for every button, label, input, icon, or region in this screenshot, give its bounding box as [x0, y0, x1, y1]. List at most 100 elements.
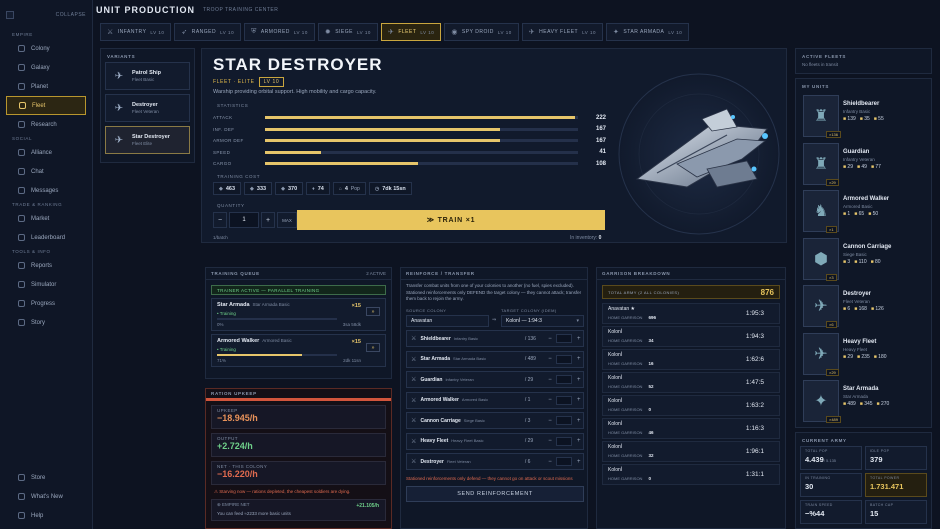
- resource-icon: ♦: [312, 185, 315, 192]
- home-garrison-count: 32: [648, 453, 654, 458]
- my-unit-card[interactable]: ✈ ×29 Heavy Fleet Heavy Fleet ■ 29 ■ 235 ■ 180: [801, 332, 928, 376]
- train-button[interactable]: ≫ TRAIN ×1: [297, 210, 605, 230]
- sidebar-item-progress[interactable]: Progress: [6, 294, 86, 313]
- reinforce-decrease-button[interactable]: −: [546, 396, 555, 405]
- reinforce-decrease-button[interactable]: −: [546, 334, 555, 343]
- collapse-button[interactable]: COLLAPSE: [56, 12, 86, 18]
- variant-destroyer[interactable]: ✈ Destroyer Fleet Veteran: [105, 94, 190, 122]
- home-garrison-label: HOME GARRISON: [608, 361, 643, 366]
- unit-icon: ⚔: [411, 377, 417, 383]
- sidebar-item-chat[interactable]: Chat: [6, 162, 86, 181]
- reinforce-row: ⚔ Cannon Carriage Siege Basic/ 3− +: [406, 412, 584, 429]
- tab-spy-droid[interactable]: ◉ SPY DROID LV 10: [444, 23, 519, 41]
- unit-stat-value: 50: [872, 211, 879, 217]
- reinforce-increase-button[interactable]: +: [574, 334, 583, 343]
- unit-portrait: ✈ ×29: [803, 332, 839, 376]
- reinforce-increase-button[interactable]: +: [574, 437, 583, 446]
- army-stat-label: TOTAL POWER: [870, 476, 900, 480]
- reinforce-decrease-button[interactable]: −: [546, 457, 555, 466]
- sidebar-item-store[interactable]: Store: [6, 468, 87, 487]
- reinforce-decrease-button[interactable]: −: [546, 437, 555, 446]
- tab-armored[interactable]: ⛨ ARMORED LV 10: [244, 23, 315, 41]
- current-army-panel: CURRENT ARMY TOTAL POP 4.439/ 5.135 IDLE P…: [795, 432, 932, 529]
- garrison-row: Kolonİ HOME GARRISON 0 1:31:1: [602, 464, 780, 485]
- reinforce-amount-input[interactable]: [556, 457, 573, 466]
- sidebar-item-market[interactable]: Market: [6, 209, 86, 228]
- variant-star-destroyer[interactable]: ✈ Star Destroyer Fleet Elite: [105, 126, 190, 154]
- send-reinforcement-button[interactable]: SEND REINFORCEMENT: [406, 486, 584, 502]
- my-unit-card[interactable]: ♞ ×1 Armored Walker Armored Basic ■ 1 ■ 65 ■ 5…: [801, 190, 928, 233]
- colony-coords: 1:16:3: [745, 425, 764, 432]
- sidebar-item-research[interactable]: Research: [6, 115, 86, 134]
- skip-button[interactable]: »: [366, 343, 380, 352]
- tab-star-armada[interactable]: ✦ STAR ARMADA LV 10: [606, 23, 690, 41]
- logo-icon: [6, 11, 14, 19]
- my-unit-card[interactable]: ✦ ×489 Star Armada Star Armada ■ 489 ■ 345 ■ 2…: [801, 380, 928, 423]
- my-units-title: MY UNITS: [802, 84, 830, 89]
- my-unit-card[interactable]: ♜ ×136 Shieldbearer Infantry Basic ■ 139 ■ 35…: [801, 95, 928, 138]
- unit-stat-value: 55: [878, 116, 884, 122]
- reinforce-increase-button[interactable]: +: [574, 375, 583, 384]
- sidebar-item-label: Colony: [31, 45, 50, 52]
- tab-infantry[interactable]: ⚔ INFANTRY LV 10: [100, 23, 172, 41]
- reinforce-amount-input[interactable]: [556, 375, 573, 384]
- sidebar-item-messages[interactable]: Messages: [6, 181, 86, 200]
- quantity-input[interactable]: 1: [229, 212, 259, 228]
- stat-bar: [265, 116, 578, 119]
- reinforce-amount-input[interactable]: [556, 354, 573, 364]
- sidebar-item-simulator[interactable]: Simulator: [6, 275, 86, 294]
- quantity-max-button[interactable]: MAX: [277, 212, 297, 228]
- tab-siege[interactable]: ✹ SIEGE LV 10: [317, 23, 378, 41]
- my-unit-card[interactable]: ♜ ×29 Guardian Infantry Veteran ■ 29 ■ 49 ■ 77: [801, 142, 928, 186]
- unit-stat: ■ 49: [857, 164, 867, 170]
- unit-stats: ■ 489 ■ 345 ■ 270: [843, 401, 889, 407]
- news-icon: [18, 493, 25, 500]
- tab-fleet[interactable]: ✈ FLEET LV 10: [380, 23, 442, 41]
- reinforce-increase-button[interactable]: +: [574, 416, 583, 425]
- reinforce-increase-button[interactable]: +: [574, 396, 583, 405]
- sidebar-item-story[interactable]: Story: [6, 313, 86, 332]
- unit-stat-value: 345: [864, 401, 873, 407]
- quantity-stepper: − 1 + MAX: [213, 212, 297, 228]
- sidebar-item-reports[interactable]: Reports: [6, 256, 86, 275]
- reinforce-decrease-button[interactable]: −: [546, 375, 555, 384]
- store-icon: [18, 474, 25, 481]
- target-colony-select[interactable]: Kolonİ — 1:94:3 ▾: [501, 315, 584, 327]
- resource-icon: ◷: [374, 185, 380, 192]
- source-colony-select[interactable]: Anavatan: [406, 315, 489, 327]
- sidebar-item-galaxy[interactable]: Galaxy: [6, 58, 86, 77]
- reinforce-increase-button[interactable]: +: [574, 457, 583, 466]
- my-unit-card[interactable]: ⬢ ×3 Cannon Carriage Siege Basic ■ 3 ■ 110 ■ 8…: [801, 237, 928, 281]
- reinforce-amount-input[interactable]: [556, 395, 573, 405]
- tab-ranged[interactable]: ➶ RANGED LV 10: [174, 23, 242, 41]
- reinforce-amount-input[interactable]: [556, 334, 573, 343]
- unit-class-icon: ◉: [451, 29, 458, 36]
- unit-stat-value: 180: [878, 353, 887, 360]
- reinforce-amount-input[interactable]: [556, 436, 573, 446]
- sidebar-item-planet[interactable]: Planet: [6, 77, 86, 96]
- unit-stats: ■ 6 ■ 168 ■ 126: [843, 306, 884, 312]
- variant-patrol-ship[interactable]: ✈ Patrol Ship Fleet Basic: [105, 62, 190, 90]
- sidebar-item-colony[interactable]: Colony: [6, 39, 86, 58]
- home-garrison-label: HOME GARRISON: [608, 453, 643, 458]
- reinforce-row: ⚔ Star Armada Star Armada Basic/ 489− +: [406, 350, 584, 368]
- reinforce-increase-button[interactable]: +: [574, 355, 583, 364]
- sidebar-item-what-s-new[interactable]: What's New: [6, 487, 87, 506]
- unit-stat-value: 65: [858, 211, 865, 217]
- cost-item: ⌂ 4 Pop: [332, 182, 366, 195]
- tab-heavy-fleet[interactable]: ✈ HEAVY FLEET LV 10: [521, 23, 604, 41]
- sidebar-item-alliance[interactable]: Alliance: [6, 143, 86, 162]
- skip-button[interactable]: »: [366, 307, 380, 316]
- mail-icon: [18, 187, 25, 194]
- unit-stat: ■ 65: [854, 211, 864, 217]
- sidebar-item-fleet[interactable]: Fleet: [6, 96, 86, 115]
- reinforce-amount-input[interactable]: [556, 416, 573, 425]
- sidebar-item-label: Reports: [31, 262, 53, 269]
- quantity-decrease-button[interactable]: −: [213, 212, 227, 228]
- my-unit-card[interactable]: ✈ ×6 Destroyer Fleet Veteran ■ 6 ■ 168 ■ 126: [801, 285, 928, 328]
- quantity-increase-button[interactable]: +: [261, 212, 275, 228]
- sidebar-item-help[interactable]: Help: [6, 506, 87, 525]
- reinforce-decrease-button[interactable]: −: [546, 416, 555, 425]
- reinforce-decrease-button[interactable]: −: [546, 355, 555, 364]
- sidebar-item-leaderboard[interactable]: Leaderboard: [6, 228, 86, 247]
